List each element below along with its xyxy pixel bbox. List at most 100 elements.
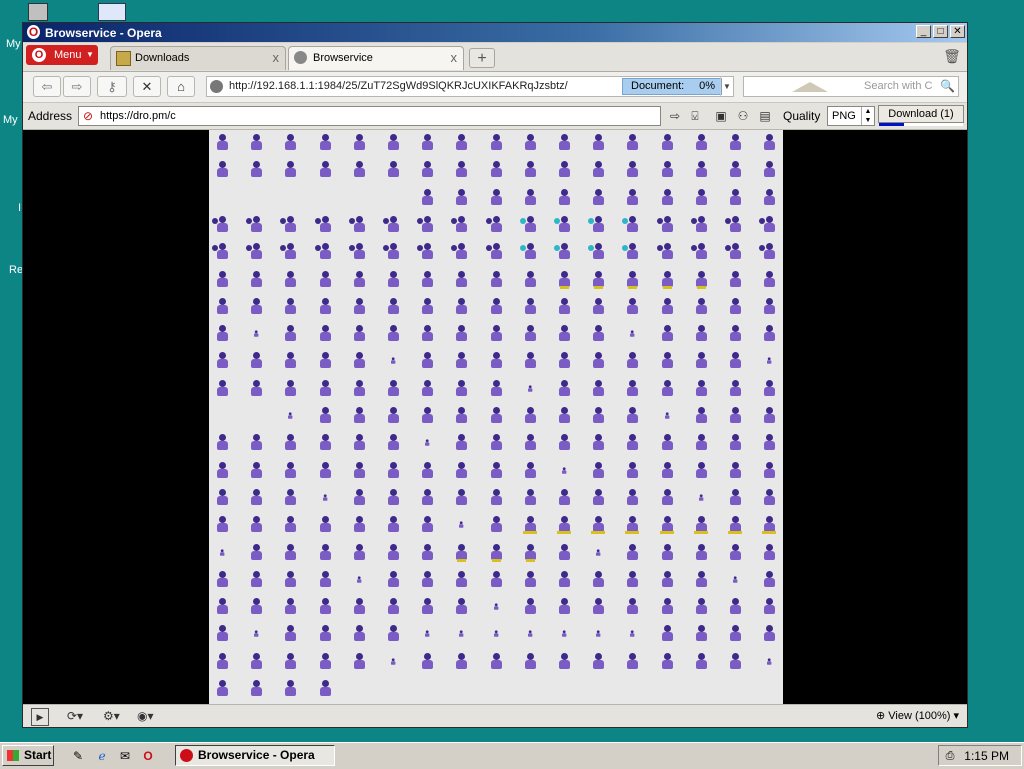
close-button[interactable]: ✕ [950, 25, 965, 38]
clipboard-icon[interactable]: ▤ [757, 108, 773, 124]
sprite-frame [352, 325, 366, 343]
sprite-frame [489, 325, 503, 343]
sprite-frame [386, 161, 400, 179]
sprite-frame [454, 652, 468, 671]
sprite-frame [759, 215, 776, 234]
tab-downloads[interactable]: Downloads x [110, 46, 286, 70]
sprite-frame [694, 134, 708, 152]
opera-quicklaunch-icon[interactable]: O [140, 748, 156, 764]
desktop-icon-outlook[interactable] [98, 3, 126, 21]
address-value: https://dro.pm/c [100, 110, 176, 122]
maximize-button[interactable]: □ [933, 25, 948, 38]
quality-select[interactable]: PNG ▲ ▼ [827, 106, 875, 126]
sprite-frame [249, 270, 263, 289]
sprite-frame [386, 379, 400, 398]
download-progress-bar [879, 123, 963, 126]
home-button[interactable]: ⌂ [167, 76, 195, 97]
sprite-frame [352, 407, 366, 425]
outlook-express-icon[interactable]: ✉ [117, 748, 133, 764]
document-label: Document: [631, 80, 685, 92]
presence-icon[interactable]: ◉▾ [137, 708, 154, 724]
url-text: http://192.168.1.1:1984/25/ZuT72SgWd9SlQ… [229, 80, 568, 92]
address-input[interactable]: ⊘ https://dro.pm/c [78, 106, 661, 126]
sprite-frame [656, 215, 674, 234]
network-icon[interactable]: ⚙▾ [103, 708, 120, 724]
sprite-frame [215, 325, 229, 343]
search-icon[interactable]: 🔍 [940, 79, 955, 94]
sprite-frame [694, 379, 708, 398]
show-desktop-icon[interactable]: ✎ [70, 748, 86, 764]
sprite-frame [561, 630, 567, 638]
sprite-frame [557, 543, 571, 562]
stop-button[interactable]: ✕ [133, 76, 161, 97]
search-placeholder: Search with C [864, 80, 933, 92]
sprite-frame [489, 488, 503, 507]
close-tab-icon[interactable]: x [451, 50, 458, 65]
tab-browservice[interactable]: Browservice x [288, 46, 464, 70]
sprite-frame [283, 680, 297, 698]
search-field[interactable]: Search with C 🔍 [743, 76, 959, 97]
sprite-frame [523, 543, 537, 562]
zoom-control[interactable]: ⊕ View (100%) ▾ [876, 709, 959, 722]
sprite-frame [728, 598, 742, 616]
trash-icon[interactable]: 🗑 [943, 47, 961, 65]
sprite-frame [762, 379, 776, 398]
taskbar-item-opera[interactable]: Browservice - Opera [175, 745, 335, 766]
sprite-frame [215, 134, 229, 152]
bookmark-icon[interactable]: ⍌ [687, 108, 703, 124]
sprite-frame [352, 625, 366, 643]
download-button[interactable]: Download (1) [878, 105, 964, 123]
tray-icon[interactable]: ⎙ [943, 749, 957, 763]
forward-button[interactable]: ⇨ [63, 76, 91, 97]
url-dropdown-icon[interactable]: ▼ [720, 77, 733, 96]
sprite-frame [420, 598, 434, 616]
sprite-frame [588, 215, 605, 234]
binoculars-icon[interactable]: ⚇ [735, 108, 751, 124]
sprite-frame [660, 270, 674, 289]
sync-icon[interactable]: ⟳▾ [67, 708, 83, 724]
page-viewport[interactable] [23, 130, 967, 706]
sprite-frame [557, 570, 571, 589]
desktop-icon-my-computer[interactable] [28, 3, 48, 21]
sprite-frame [420, 652, 434, 671]
key-button[interactable]: ⚷ [97, 76, 127, 97]
sprite-frame [625, 598, 639, 616]
spinner-icon[interactable]: ▲ ▼ [861, 107, 874, 125]
title-bar[interactable]: O Browservice - Opera _ □ ✕ [23, 23, 967, 42]
find-icon[interactable]: ▣ [713, 108, 729, 124]
minimize-button[interactable]: _ [916, 25, 931, 38]
sprite-frame [454, 325, 468, 343]
sprite-frame [762, 598, 776, 616]
sprite-frame [557, 652, 571, 671]
start-button[interactable]: Start [2, 745, 54, 766]
sprite-frame [253, 630, 259, 638]
internet-explorer-icon[interactable]: ℯ [94, 748, 110, 764]
go-arrow-icon[interactable]: ⇨ [667, 108, 683, 124]
sprite-frame [625, 161, 639, 179]
url-field[interactable]: http://192.168.1.1:1984/25/ZuT72SgWd9SlQ… [206, 76, 734, 97]
sprite-frame [318, 407, 332, 425]
sprite-frame [698, 494, 704, 501]
back-button[interactable]: ⇦ [33, 76, 61, 97]
sprite-frame [766, 357, 772, 365]
opera-menu-button[interactable]: O Menu ▼ [26, 45, 98, 65]
sprite-frame [728, 297, 742, 316]
quality-value: PNG [832, 110, 856, 122]
sprite-frame [762, 134, 776, 152]
sprite-frame [489, 188, 503, 207]
sprite-frame [386, 570, 400, 589]
sprite-frame [212, 215, 229, 234]
sprite-frame [523, 270, 537, 289]
sprite-frame [454, 461, 468, 480]
sprite-frame [732, 576, 738, 583]
sprite-frame [489, 570, 503, 589]
sprite-frame [489, 407, 503, 425]
sprite-frame [625, 270, 639, 289]
sprite-frame [625, 570, 639, 589]
sprite-frame [557, 516, 571, 535]
panel-toggle-icon[interactable]: ▶ [31, 708, 49, 726]
new-tab-button[interactable]: + [469, 48, 495, 68]
arrow-left-icon: ⇦ [41, 79, 53, 94]
close-tab-icon[interactable]: x [273, 50, 280, 65]
sprite-frame [352, 379, 366, 398]
